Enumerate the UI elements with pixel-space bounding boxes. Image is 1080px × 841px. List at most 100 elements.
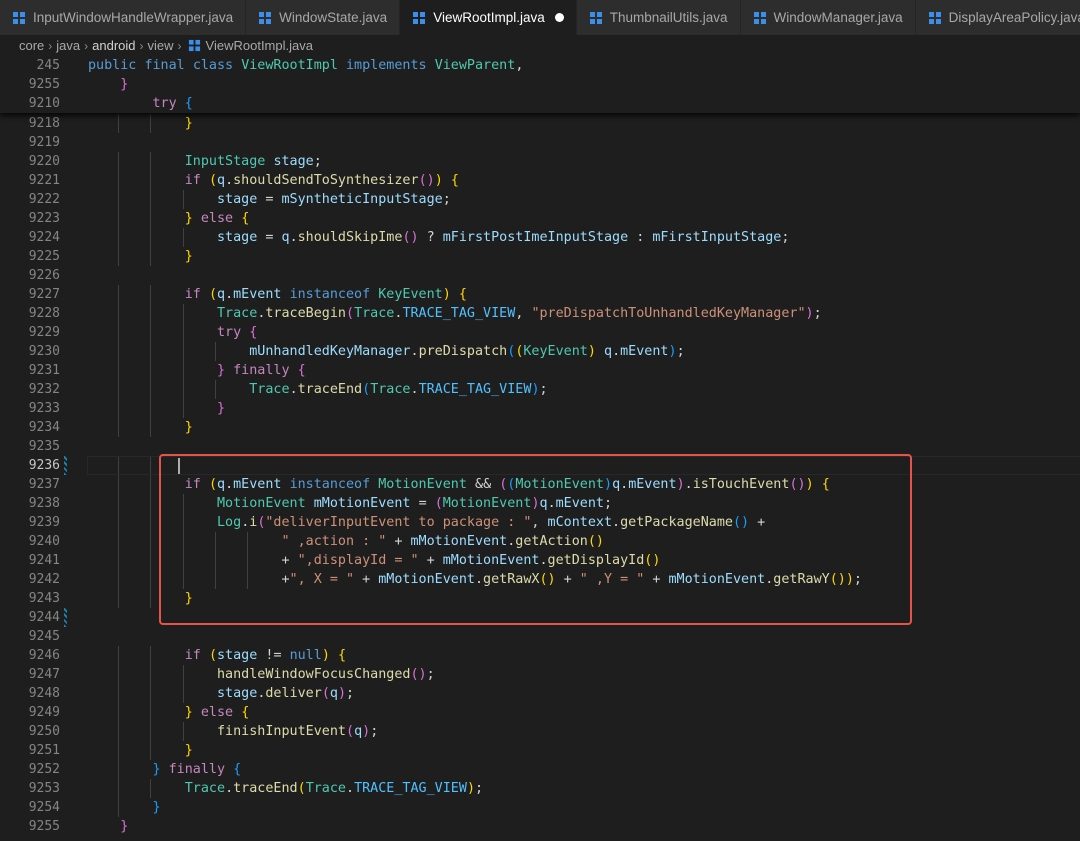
code-text: MotionEvent mMotionEvent = (MotionEvent)…: [217, 496, 613, 511]
sticky-scroll-header[interactable]: 245 public final class ViewRootImpl imple…: [0, 56, 1080, 113]
code-line[interactable]: 9240 " ,action : " + mMotionEvent.getAct…: [0, 532, 1080, 551]
code-text: stage = q.shouldSkipIme() ? mFirstPostIm…: [217, 230, 790, 245]
code-line[interactable]: 9251 }: [0, 741, 1080, 760]
line-number: 9235: [28, 439, 60, 454]
code-line[interactable]: 9232 Trace.traceEnd(Trace.TRACE_TAG_VIEW…: [0, 380, 1080, 399]
code-line[interactable]: 9246 if (stage != null) {: [0, 646, 1080, 665]
line-number: 9240: [28, 534, 60, 549]
line-number: 9244: [28, 610, 60, 625]
code-text: }: [120, 819, 129, 834]
breadcrumb-item[interactable]: ViewRootImpl.java: [206, 38, 313, 53]
code-line[interactable]: 9239 Log.i("deliverInputEvent to package…: [0, 513, 1080, 532]
chevron-right-icon: ›: [48, 38, 53, 53]
tab-windowstate[interactable]: WindowState.java: [246, 0, 401, 35]
code-line[interactable]: 9249 } else {: [0, 703, 1080, 722]
code-line[interactable]: 9231 } finally {: [0, 361, 1080, 380]
breadcrumb-item[interactable]: view: [148, 38, 174, 53]
code-text: }: [184, 116, 193, 131]
code-text: stage.deliver(q);: [217, 686, 355, 701]
code-editor[interactable]: 245 public final class ViewRootImpl imple…: [0, 56, 1080, 841]
code-line[interactable]: 9245: [0, 627, 1080, 646]
code-line[interactable]: 9224 stage = q.shouldSkipIme() ? mFirstP…: [0, 228, 1080, 247]
code-line[interactable]: 9229 try {: [0, 323, 1080, 342]
code-text: } else {: [184, 211, 250, 226]
code-line[interactable]: 9235: [0, 437, 1080, 456]
code-line[interactable]: 9253 Trace.traceEnd(Trace.TRACE_TAG_VIEW…: [0, 779, 1080, 798]
code-line[interactable]: 9248 stage.deliver(q);: [0, 684, 1080, 703]
code-line[interactable]: 9222 stage = mSyntheticInputStage;: [0, 190, 1080, 209]
code-line[interactable]: 9227 if (q.mEvent instanceof KeyEvent) {: [0, 285, 1080, 304]
line-number: 9249: [28, 705, 60, 720]
code-line[interactable]: 9234 }: [0, 418, 1080, 437]
code-line[interactable]: 9247 handleWindowFocusChanged();: [0, 665, 1080, 684]
tab-thumbnailutils[interactable]: ThumbnailUtils.java: [576, 0, 741, 35]
code-line[interactable]: 9243 }: [0, 589, 1080, 608]
java-file-icon: [589, 11, 602, 24]
code-text: Trace.traceBegin(Trace.TRACE_TAG_VIEW, "…: [217, 306, 822, 321]
chevron-right-icon: ›: [139, 38, 144, 53]
code-line[interactable]: 9241 + ",displayId = " + mMotionEvent.ge…: [0, 551, 1080, 570]
code-line[interactable]: 9223 } else {: [0, 209, 1080, 228]
tab-label: DisplayAreaPolicy.java: [948, 10, 1080, 25]
code-line[interactable]: 9244: [0, 608, 1080, 627]
code-line[interactable]: 9233 }: [0, 399, 1080, 418]
code-line[interactable]: 9230 mUnhandledKeyManager.preDispatch((K…: [0, 342, 1080, 361]
code-line[interactable]: 9255 }: [0, 75, 1080, 94]
code-text: }: [152, 800, 161, 815]
code-line[interactable]: 9238 MotionEvent mMotionEvent = (MotionE…: [0, 494, 1080, 513]
code-line[interactable]: 9254 }: [0, 798, 1080, 817]
code-line[interactable]: 9252 } finally {: [0, 760, 1080, 779]
code-line[interactable]: 9225 }: [0, 247, 1080, 266]
line-number: 9238: [28, 496, 60, 511]
tab-label: WindowManager.java: [773, 10, 903, 25]
code-text: }: [184, 249, 193, 264]
chevron-right-icon: ›: [177, 38, 182, 53]
code-line[interactable]: 9226: [0, 266, 1080, 285]
code-line[interactable]: 9255 }: [0, 817, 1080, 836]
tab-label: InputWindowHandleWrapper.java: [33, 10, 234, 25]
code-text: InputStage stage;: [184, 154, 322, 169]
unsaved-dot-icon[interactable]: [554, 13, 564, 22]
code-text: } finally {: [217, 363, 306, 378]
tab-windowmanager[interactable]: WindowManager.java: [740, 0, 916, 35]
code-text: Trace.traceEnd(Trace.TRACE_TAG_VIEW);: [184, 781, 484, 796]
line-number: 9234: [28, 420, 60, 435]
line-number: 9248: [28, 686, 60, 701]
chevron-right-icon: ›: [84, 38, 89, 53]
code-line[interactable]: 9237 if (q.mEvent instanceof MotionEvent…: [0, 475, 1080, 494]
code-line[interactable]: 9236: [0, 456, 1080, 475]
code-line[interactable]: 9250 finishInputEvent(q);: [0, 722, 1080, 741]
line-number: 9247: [28, 667, 60, 682]
code-text: }: [184, 591, 193, 606]
code-line[interactable]: 9219: [0, 133, 1080, 152]
breadcrumb-item[interactable]: java: [56, 38, 80, 53]
line-number: 9218: [28, 116, 60, 131]
code-line[interactable]: 9228 Trace.traceBegin(Trace.TRACE_TAG_VI…: [0, 304, 1080, 323]
code-line[interactable]: 9221 if (q.shouldSendToSynthesizer()) {: [0, 171, 1080, 190]
code-line[interactable]: 245 public final class ViewRootImpl imple…: [0, 56, 1080, 75]
breadcrumb-item[interactable]: android: [92, 38, 135, 53]
modified-line-gutter-icon[interactable]: [64, 608, 67, 627]
tab-inputwindowhandlewrapper[interactable]: InputWindowHandleWrapper.java: [0, 0, 247, 35]
line-number: 9222: [28, 192, 60, 207]
line-number: 9252: [28, 762, 60, 777]
tab-displayareapolicy[interactable]: DisplayAreaPolicy.java: [915, 0, 1080, 35]
code-text: stage = mSyntheticInputStage;: [217, 192, 451, 207]
java-file-icon: [188, 39, 200, 52]
code-text: }: [184, 743, 193, 758]
modified-line-gutter-icon[interactable]: [64, 456, 67, 475]
line-number: 9231: [28, 363, 60, 378]
code-text: if (q.mEvent instanceof MotionEvent && (…: [184, 477, 830, 492]
line-number: 9223: [28, 211, 60, 226]
code-line[interactable]: 9210 try {: [0, 94, 1080, 113]
java-file-icon: [13, 11, 25, 24]
breadcrumb-item[interactable]: core: [19, 38, 44, 53]
line-number: 9237: [28, 477, 60, 492]
code-line[interactable]: 9242 +", X = " + mMotionEvent.getRawX() …: [0, 570, 1080, 589]
line-number: 9239: [28, 515, 60, 530]
tab-viewrootimpl[interactable]: ViewRootImpl.java: [400, 0, 577, 35]
breadcrumb: core › java › android › view › ViewRootImpl.java: [0, 35, 1080, 56]
code-line[interactable]: 9218 }: [0, 114, 1080, 133]
tab-label: ThumbnailUtils.java: [609, 10, 728, 25]
code-line[interactable]: 9220 InputStage stage;: [0, 152, 1080, 171]
